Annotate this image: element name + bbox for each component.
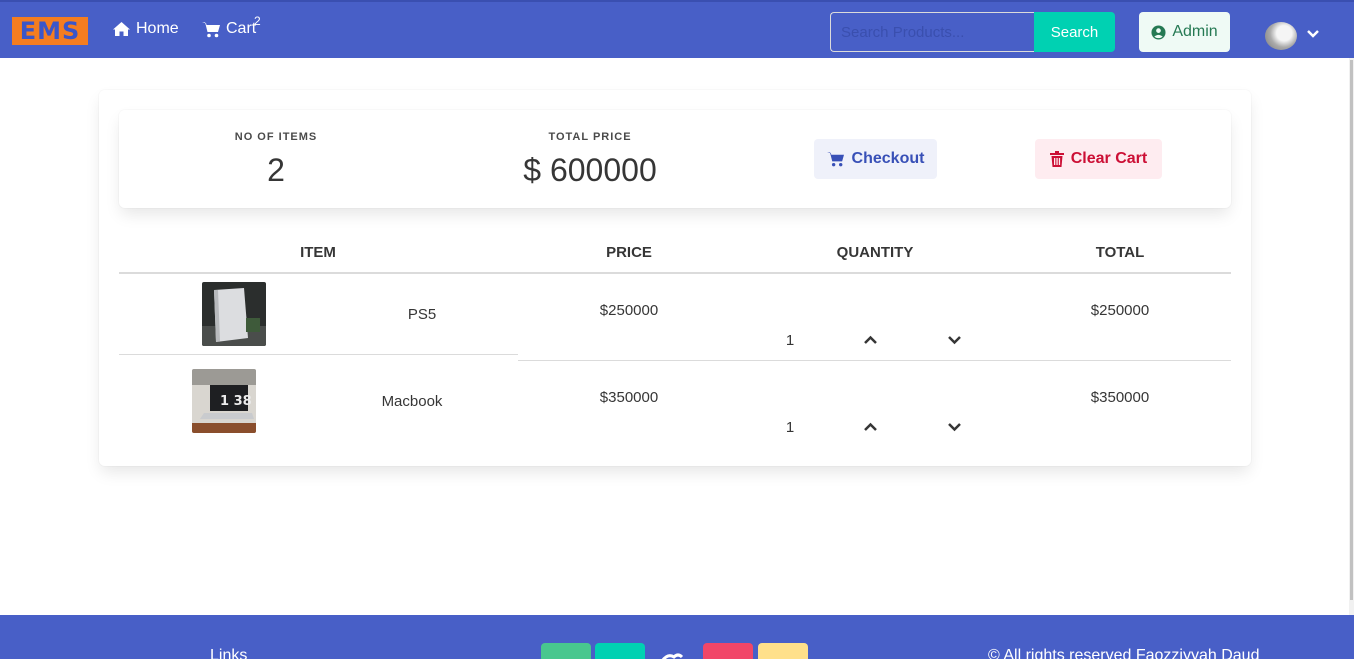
product-price: $250000 <box>599 302 659 319</box>
cart-icon <box>202 21 220 37</box>
svg-text:1 38: 1 38 <box>220 394 252 409</box>
product-quantity: 1 <box>785 332 795 349</box>
table-header-divider <box>119 272 1231 274</box>
footer-links-heading: Links <box>210 647 248 659</box>
product-name: Macbook <box>381 393 443 410</box>
social-button-whatsapp[interactable] <box>541 643 591 659</box>
product-name: PS5 <box>407 306 437 323</box>
user-circle-icon <box>1151 24 1166 40</box>
cart-count-badge: 2 <box>254 14 261 28</box>
nav-cart-link[interactable]: Cart 2 <box>202 14 261 38</box>
social-button-email[interactable] <box>758 643 808 659</box>
row-divider <box>518 360 1231 361</box>
column-header-quantity: QUANTITY <box>836 244 914 261</box>
admin-button[interactable]: Admin <box>1139 12 1230 52</box>
nav-cart-label: Cart <box>226 20 257 37</box>
trash-icon <box>1049 151 1064 167</box>
brand-logo[interactable]: EMS <box>12 17 88 45</box>
column-header-item: ITEM <box>300 244 336 261</box>
social-button-instagram[interactable] <box>703 643 753 659</box>
chevron-down-icon[interactable] <box>1306 29 1320 39</box>
chevron-down-icon[interactable] <box>947 335 962 345</box>
product-line-total: $250000 <box>1090 302 1150 319</box>
total-price-heading: Total Price <box>548 131 632 143</box>
social-button-linkedin[interactable] <box>595 643 645 659</box>
clear-cart-button[interactable]: Clear Cart <box>1035 139 1162 179</box>
product-quantity: 1 <box>785 419 795 436</box>
total-price-value: $ 600000 <box>523 152 657 188</box>
footer-copyright: © All rights reserved Faozziyyah Daud <box>988 647 1260 659</box>
items-count-value: 2 <box>267 152 285 188</box>
nav-home-link[interactable]: Home <box>112 20 179 38</box>
cart-icon <box>826 151 844 167</box>
footer: Links © All rights reserved Faozziyyah D… <box>0 615 1354 659</box>
product-image-macbook: 1 38 <box>192 369 256 433</box>
admin-button-label: Admin <box>1172 23 1218 40</box>
twitter-icon[interactable] <box>660 653 684 659</box>
product-image-ps5 <box>202 282 266 346</box>
column-header-price: PRICE <box>606 244 652 261</box>
product-price: $350000 <box>599 389 659 406</box>
search-input[interactable] <box>830 12 1036 52</box>
clear-cart-label: Clear Cart <box>1070 150 1148 167</box>
product-line-total: $350000 <box>1090 389 1150 406</box>
page-scrollbar[interactable] <box>1349 58 1354 615</box>
checkout-button[interactable]: Checkout <box>814 139 937 179</box>
chevron-up-icon[interactable] <box>863 335 878 345</box>
items-count-heading: No of Items <box>234 131 318 143</box>
search-button[interactable]: Search <box>1034 12 1115 52</box>
user-avatar[interactable] <box>1265 22 1297 50</box>
chevron-down-icon[interactable] <box>947 422 962 432</box>
column-header-total: TOTAL <box>1095 244 1145 261</box>
navbar: EMS Home Cart 2 Search Admin <box>0 0 1354 58</box>
row-divider <box>119 354 518 355</box>
chevron-up-icon[interactable] <box>863 422 878 432</box>
scrollbar-thumb[interactable] <box>1350 60 1353 600</box>
home-icon <box>113 22 130 36</box>
nav-home-label: Home <box>136 20 179 37</box>
checkout-label: Checkout <box>851 150 925 167</box>
